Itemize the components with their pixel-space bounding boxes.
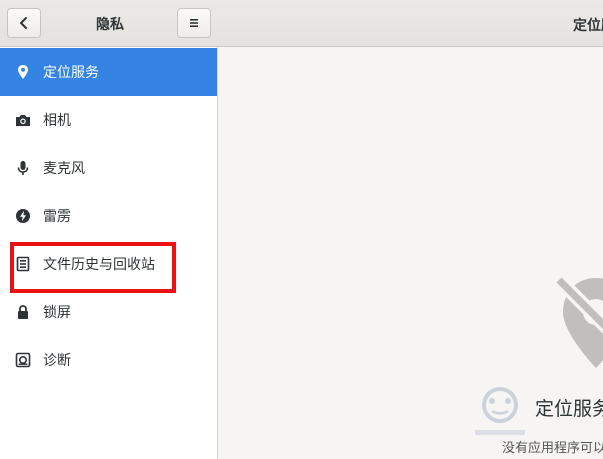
microphone-icon xyxy=(14,159,32,177)
content-title: 定位服 xyxy=(573,18,603,34)
sidebar-item-thunderbolt[interactable]: 雷雳 xyxy=(0,192,217,240)
sidebar-item-label: 锁屏 xyxy=(43,305,71,321)
sidebar-item-label: 相机 xyxy=(43,113,71,129)
sidebar-item-label: 文件历史与回收站 xyxy=(43,257,155,273)
sidebar-item-lock-screen[interactable]: 锁屏 xyxy=(0,288,217,336)
camera-icon xyxy=(14,111,32,129)
diagnostics-icon xyxy=(14,351,32,369)
sidebar-header: 隐私 xyxy=(0,0,218,47)
location-pin-icon xyxy=(14,63,32,81)
sidebar-item-location-services[interactable]: 定位服务 xyxy=(0,48,217,96)
empty-state-description: 没有应用程序可以 xyxy=(502,441,603,456)
menu-button[interactable] xyxy=(177,8,211,38)
file-history-icon xyxy=(14,255,32,273)
sidebar-item-file-history-trash[interactable]: 文件历史与回收站 xyxy=(0,240,217,288)
sidebar-item-microphone[interactable]: 麦克风 xyxy=(0,144,217,192)
menu-icon xyxy=(190,19,198,27)
back-button[interactable] xyxy=(7,8,41,38)
content-pane: 定位服 定位服务 没有应用程序可以 xyxy=(218,0,603,459)
sidebar-item-label: 诊断 xyxy=(43,353,71,369)
location-disabled-icon xyxy=(551,270,603,370)
sidebar-item-label: 定位服务 xyxy=(43,65,99,81)
sidebar: 隐私 定位服务 相机 麦克风 雷雳 文件历史与回收站 锁屏 诊断 xyxy=(0,0,218,459)
empty-state-title: 定位服务 xyxy=(535,398,603,420)
sidebar-title: 隐私 xyxy=(96,17,124,33)
sidebar-item-label: 雷雳 xyxy=(43,209,71,225)
back-icon xyxy=(20,17,27,29)
thunderbolt-icon xyxy=(14,207,32,225)
sidebar-item-label: 麦克风 xyxy=(43,161,85,177)
sidebar-item-camera[interactable]: 相机 xyxy=(0,96,217,144)
content-header: 定位服 xyxy=(218,0,603,47)
lock-icon xyxy=(14,303,32,321)
privacy-nav-list: 定位服务 相机 麦克风 雷雳 文件历史与回收站 锁屏 诊断 xyxy=(0,48,217,384)
sidebar-item-diagnostics[interactable]: 诊断 xyxy=(0,336,217,384)
